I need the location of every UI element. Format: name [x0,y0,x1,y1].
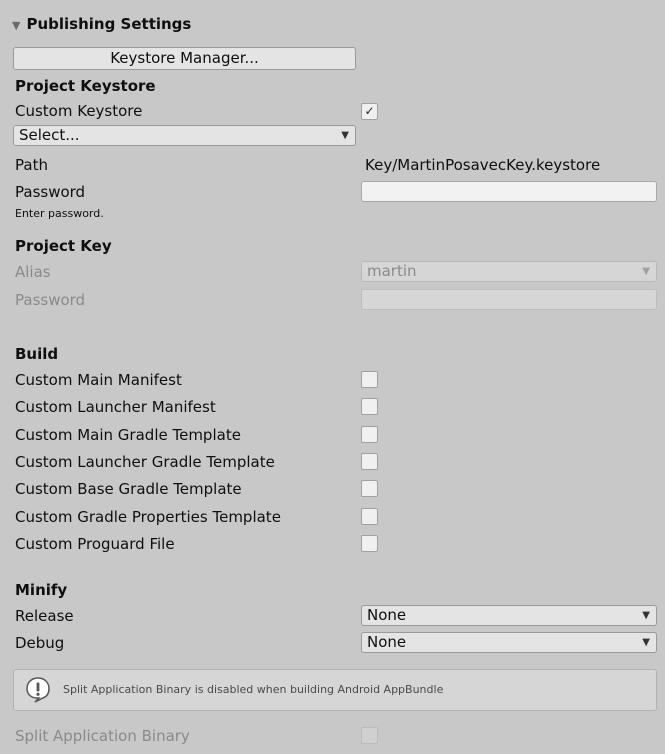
chevron-down-icon: ▼ [341,130,349,141]
key-password-field[interactable] [361,289,657,310]
key-password-label: Password [15,291,86,309]
chevron-down-icon: ▼ [642,610,650,621]
foldout-title: Publishing Settings [26,15,192,33]
build-header: Build [15,345,59,363]
build-item-custom-proguard-file: Custom Proguard File [15,535,175,553]
build-item-custom-launcher-manifest: Custom Launcher Manifest [15,398,216,416]
debug-dropdown[interactable]: None ▼ [361,632,657,653]
custom-proguard-file-checkbox[interactable] [361,535,378,552]
custom-base-gradle-template-checkbox[interactable] [361,480,378,497]
release-label: Release [15,607,74,625]
release-dropdown[interactable]: None ▼ [361,605,657,626]
help-box: Split Application Binary is disabled whe… [13,669,657,711]
foldout-arrow-icon: ▼ [12,19,21,32]
split-binary-checkbox[interactable] [361,727,378,744]
custom-launcher-manifest-checkbox[interactable] [361,398,378,415]
build-item-custom-launcher-gradle-template: Custom Launcher Gradle Template [15,453,275,471]
build-item-custom-main-manifest: Custom Main Manifest [15,371,182,389]
build-item-custom-gradle-properties-template: Custom Gradle Properties Template [15,508,281,526]
minify-header: Minify [15,581,68,599]
project-keystore-header: Project Keystore [15,77,156,95]
keystore-select-value: Select... [19,126,80,144]
warning-icon [26,677,50,703]
keystore-password-field[interactable] [361,181,657,202]
custom-gradle-properties-template-checkbox[interactable] [361,508,378,525]
alias-value: martin [367,262,417,280]
alias-label: Alias [15,263,51,281]
custom-main-gradle-template-checkbox[interactable] [361,426,378,443]
keystore-manager-button[interactable]: Keystore Manager... [13,47,356,70]
help-message: Split Application Binary is disabled whe… [63,683,444,696]
custom-main-manifest-checkbox[interactable] [361,371,378,388]
path-label: Path [15,156,48,174]
release-value: None [367,606,407,624]
split-binary-label: Split Application Binary [15,727,190,745]
chevron-down-icon: ▼ [642,637,650,648]
keystore-select-dropdown[interactable]: Select... ▼ [13,125,356,146]
alias-dropdown[interactable]: martin ▼ [361,261,657,282]
publishing-settings-foldout[interactable]: ▼ Publishing Settings [12,14,191,36]
custom-launcher-gradle-template-checkbox[interactable] [361,453,378,470]
path-value: Key/MartinPosavecKey.keystore [365,156,601,174]
custom-keystore-checkbox[interactable]: ✓ [361,103,378,120]
build-item-custom-base-gradle-template: Custom Base Gradle Template [15,480,242,498]
debug-label: Debug [15,634,65,652]
build-item-custom-main-gradle-template: Custom Main Gradle Template [15,426,241,444]
chevron-down-icon: ▼ [642,266,650,277]
debug-value: None [367,633,407,651]
project-key-header: Project Key [15,237,112,255]
password-hint: Enter password. [15,207,104,220]
custom-keystore-label: Custom Keystore [15,102,143,120]
keystore-password-label: Password [15,183,86,201]
